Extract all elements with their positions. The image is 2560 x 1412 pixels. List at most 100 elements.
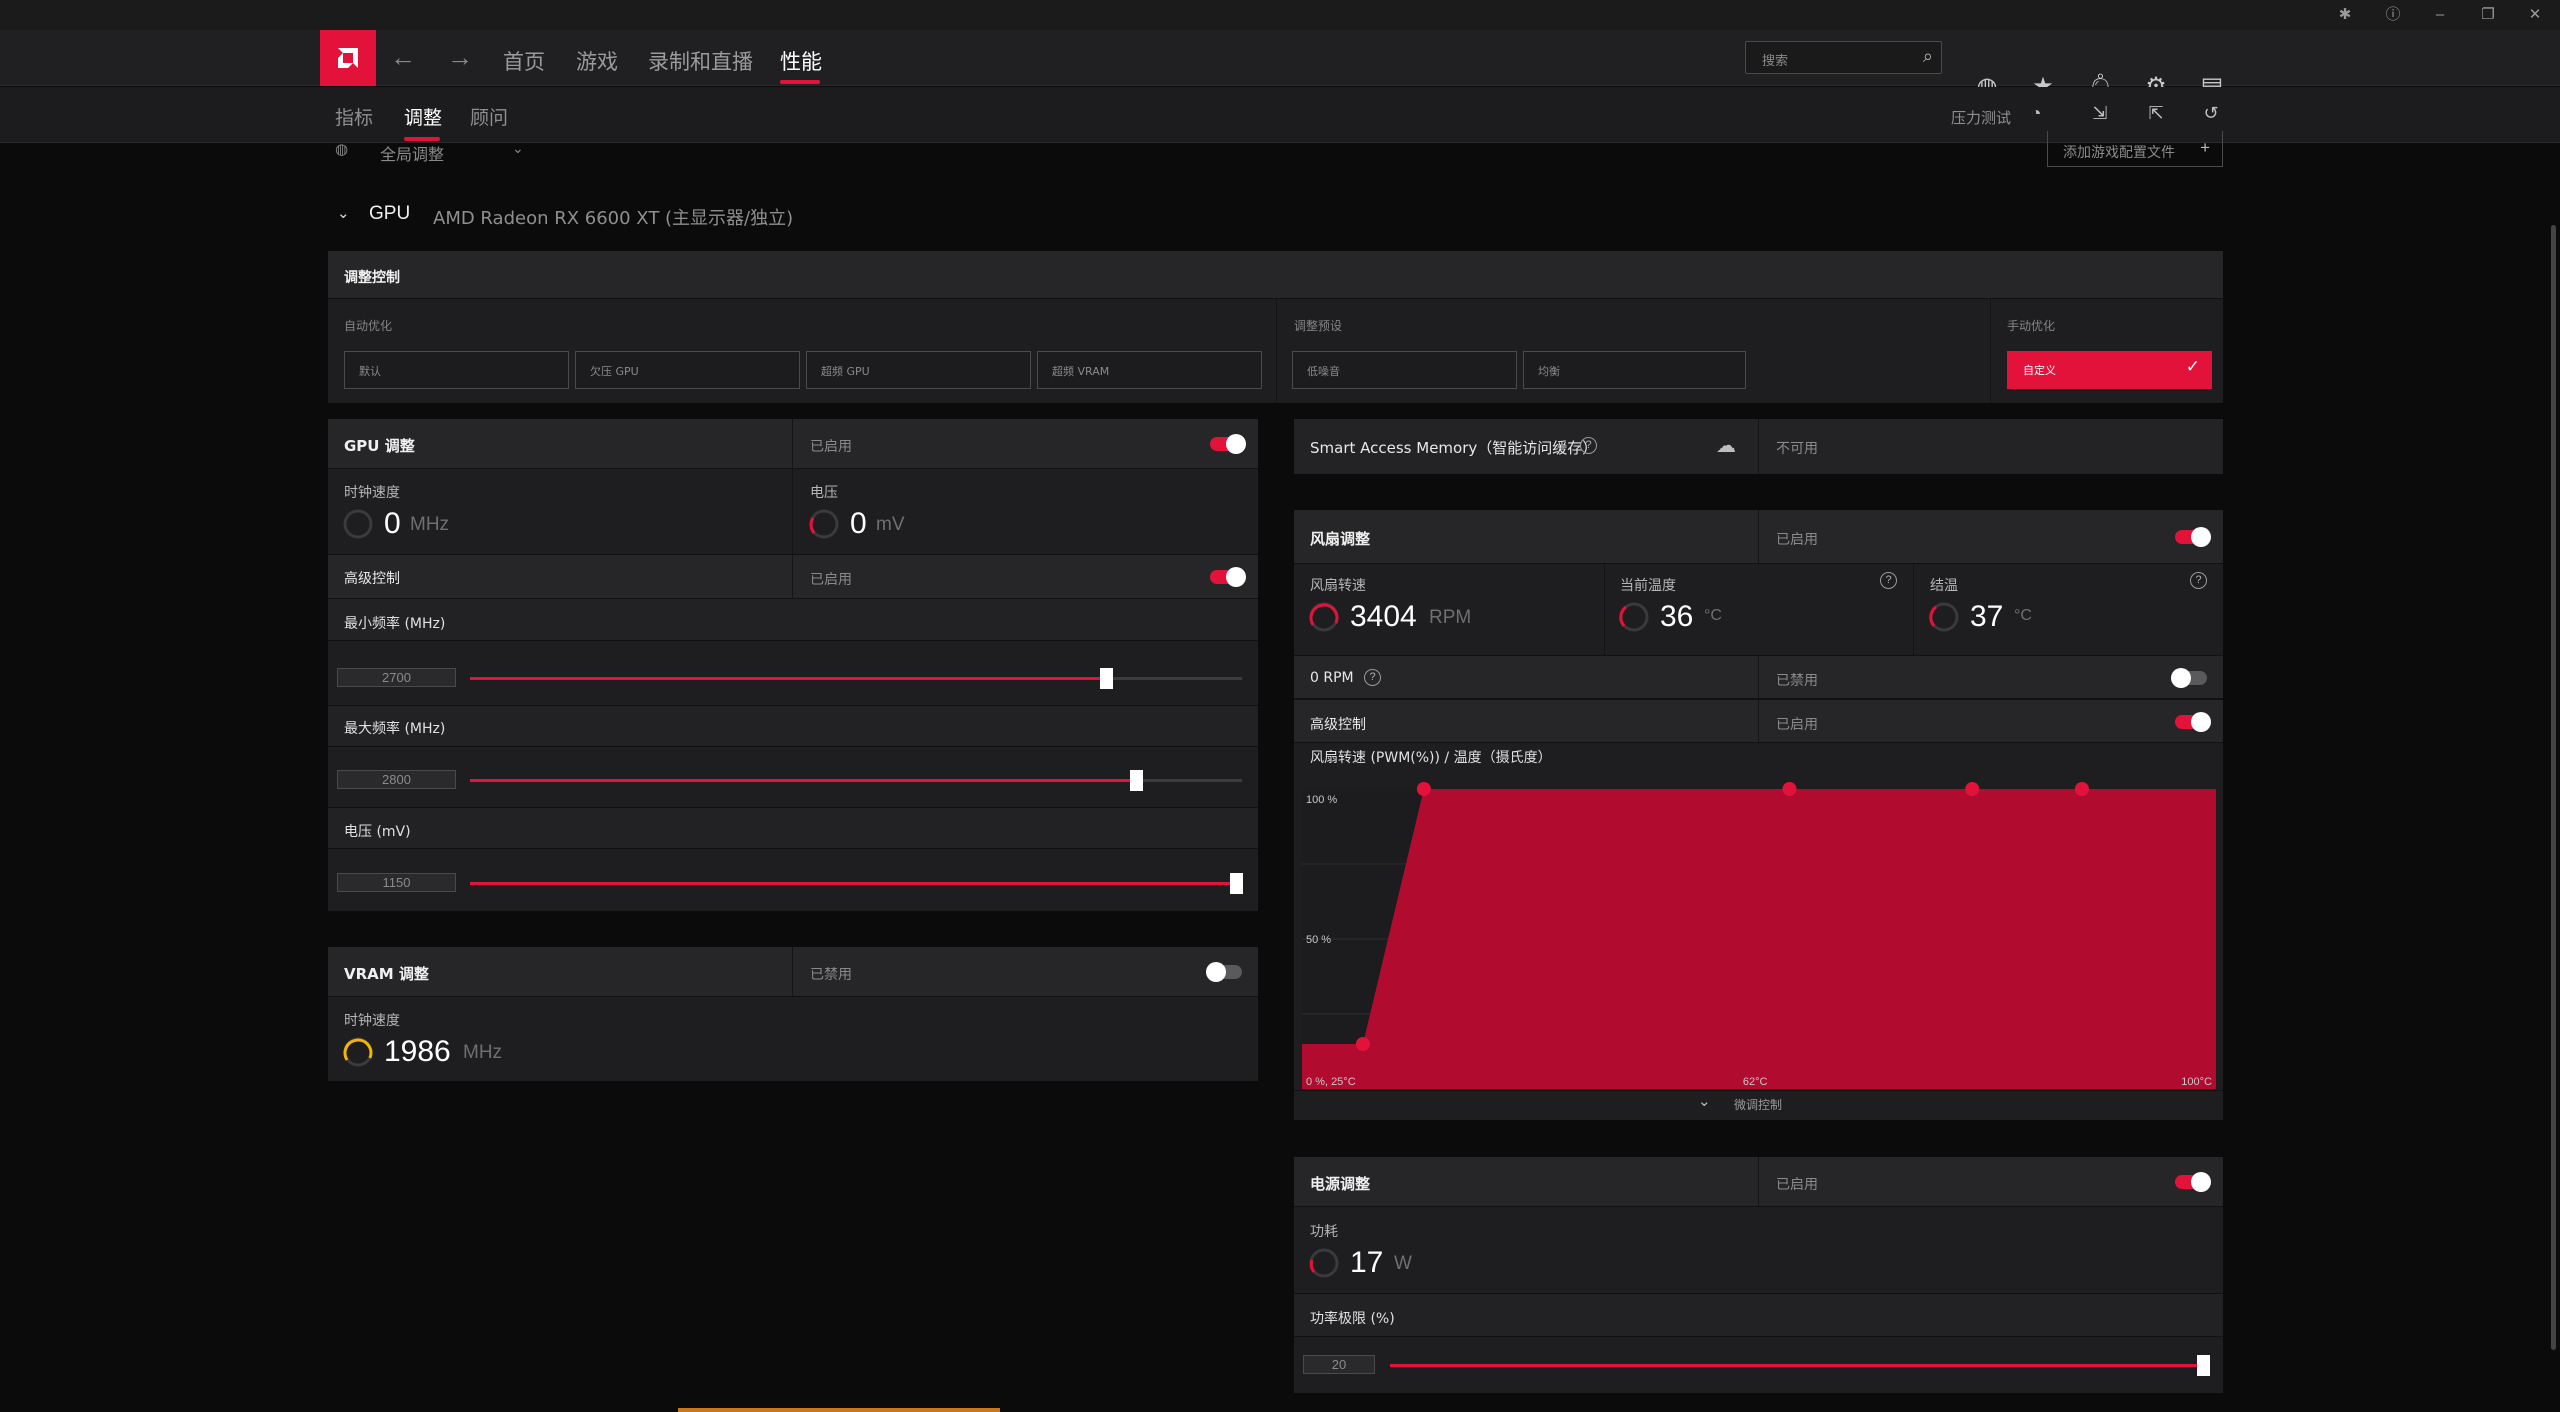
- power-tuning-toggle[interactable]: [2175, 1172, 2211, 1192]
- search-input[interactable]: 搜索 ⌕: [1745, 41, 1942, 74]
- import-icon[interactable]: ⇲: [2088, 101, 2112, 125]
- custom-tuning-label: 自定义: [2023, 364, 2056, 377]
- help-icon[interactable]: ?: [2190, 572, 2207, 589]
- tab-advisor[interactable]: 顾问: [470, 103, 508, 130]
- divider: [1758, 700, 1759, 744]
- tab-tuning[interactable]: 调整: [404, 103, 442, 130]
- power-tuning-panel: 电源调整 已启用 功耗 17 W 功率极限 (%) 20: [1294, 1157, 2223, 1393]
- fan-tuning-header: 风扇调整 已启用: [1294, 510, 2223, 564]
- junction-temp-value: 37: [1970, 600, 2004, 633]
- vram-tuning-status: 已禁用: [810, 967, 852, 983]
- fine-tune-label[interactable]: 微调控制: [1734, 1096, 1782, 1113]
- chart-data-point[interactable]: [1782, 782, 1797, 796]
- help-icon[interactable]: ⓘ: [2382, 4, 2404, 26]
- min-freq-slider-thumb[interactable]: [1100, 668, 1113, 689]
- power-limit-label: 功率极限 (%): [1310, 1311, 1395, 1327]
- voltage-value-input[interactable]: 1150: [337, 873, 456, 892]
- fan-tuning-toggle[interactable]: [2175, 527, 2211, 547]
- fan-advanced-toggle[interactable]: [2175, 712, 2211, 732]
- max-freq-slider[interactable]: [470, 770, 1242, 791]
- toggle-knob: [1226, 567, 1246, 587]
- gpu-tuning-status: 已启用: [810, 439, 852, 455]
- max-freq-value-input[interactable]: 2800: [337, 770, 456, 789]
- divider: [1913, 564, 1914, 655]
- vram-tuning-toggle[interactable]: [1206, 962, 1242, 982]
- chevron-down-icon[interactable]: ⌄: [1698, 1092, 1711, 1110]
- minimize-icon[interactable]: –: [2429, 4, 2451, 26]
- nav-record-stream[interactable]: 录制和直播: [648, 46, 753, 76]
- divider: [1276, 299, 1277, 403]
- zero-rpm-toggle[interactable]: [2171, 668, 2207, 688]
- toggle-knob: [2191, 527, 2211, 547]
- power-limit-value-input[interactable]: 20: [1303, 1355, 1375, 1374]
- min-freq-value-input[interactable]: 2700: [337, 668, 456, 687]
- gpu-tuning-panel: GPU 调整 已启用 时钟速度 0 MHz 电压 0 mV 高级控制 已启用 最…: [328, 419, 1258, 911]
- preset-default-button[interactable]: 默认: [344, 351, 569, 389]
- plus-icon: +: [2200, 138, 2210, 157]
- power-limit-slider[interactable]: [1390, 1355, 2210, 1376]
- current-temp-gauge-icon: [1619, 602, 1649, 632]
- preset-quiet-button[interactable]: 低噪音: [1292, 351, 1517, 389]
- fan-curve-chart[interactable]: 100 % 50 % 0 %, 25°C 62°C 100°C: [1302, 775, 2216, 1089]
- power-tuning-header: 电源调整 已启用: [1294, 1157, 2223, 1207]
- fan-advanced-row: 高级控制 已启用: [1294, 699, 2223, 744]
- forward-arrow-icon[interactable]: →: [447, 42, 473, 73]
- add-game-profile-button[interactable]: 添加游戏配置文件 +: [2047, 131, 2223, 167]
- min-freq-header: 最小频率 (MHz): [328, 599, 1258, 641]
- chart-data-point[interactable]: [2074, 782, 2089, 796]
- voltage-unit: mV: [876, 514, 905, 535]
- reset-icon[interactable]: ↺: [2199, 101, 2223, 125]
- power-tuning-status: 已启用: [1776, 1177, 1818, 1193]
- preset-undervolt-button[interactable]: 欠压 GPU: [575, 351, 800, 389]
- junction-temp-label: 结温: [1930, 578, 1958, 594]
- zero-rpm-label: 0 RPM: [1310, 670, 1354, 686]
- max-freq-slider-thumb[interactable]: [1130, 770, 1143, 791]
- collapse-chevron-icon[interactable]: ⌄: [337, 204, 350, 222]
- gpu-advanced-toggle[interactable]: [1210, 567, 1246, 587]
- close-icon[interactable]: ✕: [2524, 4, 2546, 26]
- min-freq-slider[interactable]: [470, 668, 1242, 689]
- nav-home[interactable]: 首页: [503, 46, 545, 76]
- amd-logo[interactable]: [320, 30, 376, 86]
- gpu-advanced-label: 高级控制: [344, 571, 400, 587]
- gpu-tuning-toggle[interactable]: [1210, 434, 1246, 454]
- back-arrow-icon[interactable]: ←: [390, 42, 416, 73]
- add-game-profile-label: 添加游戏配置文件: [2063, 145, 2175, 161]
- scrollbar[interactable]: [2551, 225, 2556, 1350]
- global-tuning-dropdown[interactable]: 全局调整: [380, 141, 444, 165]
- chart-data-point[interactable]: [1416, 782, 1431, 796]
- gpu-advanced-header: 高级控制 已启用: [328, 554, 1258, 600]
- help-icon[interactable]: ?: [1580, 437, 1597, 454]
- stress-test-gauge-icon[interactable]: ◔: [2024, 101, 2048, 125]
- min-freq-label: 最小频率 (MHz): [344, 616, 446, 632]
- chart-data-point[interactable]: [1355, 1037, 1370, 1051]
- chevron-down-icon[interactable]: ⌄: [512, 140, 524, 157]
- preset-balanced-button[interactable]: 均衡: [1523, 351, 1746, 389]
- help-icon[interactable]: ?: [1364, 669, 1381, 686]
- custom-tuning-button[interactable]: 自定义 ✓: [2007, 351, 2212, 389]
- preset-oc-gpu-label: 超频 GPU: [821, 365, 870, 378]
- chart-data-point[interactable]: [1965, 782, 1980, 796]
- voltage-slider[interactable]: [470, 873, 1243, 894]
- help-icon[interactable]: ?: [1880, 572, 1897, 589]
- preset-oc-vram-label: 超频 VRAM: [1052, 365, 1110, 378]
- divider: [792, 419, 793, 469]
- fan-speed-label: 风扇转速: [1310, 578, 1366, 594]
- export-icon[interactable]: ⇱: [2144, 101, 2168, 125]
- power-limit-slider-thumb[interactable]: [2197, 1355, 2210, 1376]
- voltage-slider-thumb[interactable]: [1230, 873, 1243, 894]
- divider: [1604, 564, 1605, 655]
- restore-icon[interactable]: ❐: [2477, 4, 2499, 26]
- tab-metrics[interactable]: 指标: [335, 103, 373, 130]
- voltage-slider-header: 电压 (mV): [328, 807, 1258, 849]
- preset-oc-vram-button[interactable]: 超频 VRAM: [1037, 351, 1262, 389]
- globe-small-icon: ◍: [335, 141, 349, 158]
- voltage-label: 电压: [810, 485, 838, 501]
- bug-report-icon[interactable]: ✱: [2334, 4, 2356, 26]
- divider: [1758, 419, 1759, 474]
- stress-test-label[interactable]: 压力测试: [1951, 107, 2011, 128]
- nav-games[interactable]: 游戏: [576, 46, 618, 76]
- toggle-knob: [1226, 434, 1246, 454]
- nav-performance[interactable]: 性能: [780, 46, 822, 76]
- preset-oc-gpu-button[interactable]: 超频 GPU: [806, 351, 1031, 389]
